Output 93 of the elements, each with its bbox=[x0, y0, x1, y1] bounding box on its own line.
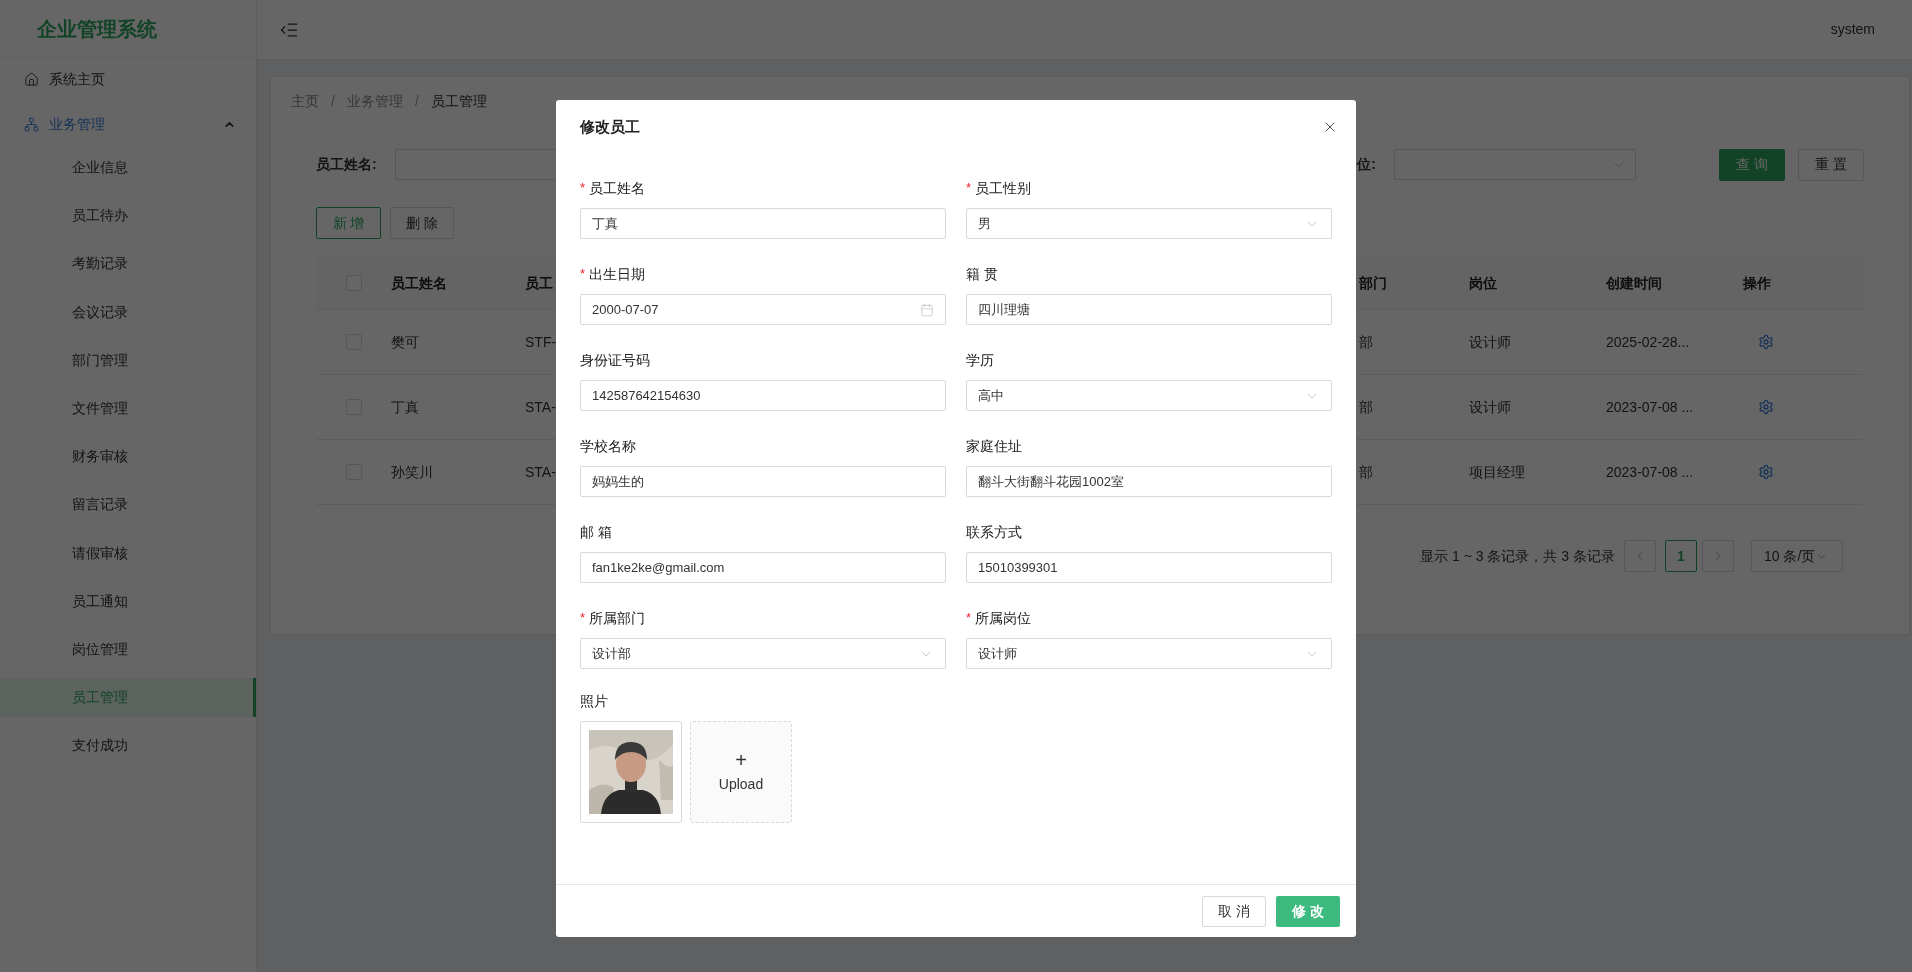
field-label: 联系方式 bbox=[966, 522, 1022, 542]
table-cell: 樊可 bbox=[391, 334, 419, 350]
field-label: 家庭住址 bbox=[966, 436, 1022, 456]
input-field[interactable]: 丁真 bbox=[580, 208, 946, 239]
upload-button[interactable]: + Upload bbox=[690, 721, 792, 823]
add-button[interactable]: 新 增 bbox=[316, 207, 381, 239]
field-label: 籍 贯 bbox=[966, 264, 998, 284]
settings-icon[interactable] bbox=[1758, 334, 1774, 350]
field-label: 邮 箱 bbox=[580, 522, 612, 542]
cancel-button[interactable]: 取 消 bbox=[1202, 895, 1266, 927]
table-cell: 设计师 bbox=[1469, 334, 1511, 350]
column-header: 岗位 bbox=[1469, 275, 1497, 291]
table-cell: STA- bbox=[525, 464, 556, 480]
select-field[interactable]: 设计部 bbox=[580, 638, 946, 669]
sidebar-item[interactable]: 会议记录 bbox=[0, 292, 256, 332]
input-field[interactable]: 翻斗大街翻斗花园1002室 bbox=[966, 466, 1332, 497]
prev-page-button[interactable] bbox=[1624, 540, 1656, 572]
table-cell: 丁真 bbox=[391, 399, 419, 415]
delete-button[interactable]: 删 除 bbox=[390, 207, 454, 239]
sidebar-item[interactable]: 财务审核 bbox=[0, 437, 256, 477]
sidebar-item[interactable]: 岗位管理 bbox=[0, 629, 256, 669]
sidebar-item[interactable]: 系统主页 bbox=[0, 58, 256, 100]
select-field[interactable]: 设计师 bbox=[966, 638, 1332, 669]
table-cell: 设计师 bbox=[1469, 399, 1511, 415]
org-icon bbox=[24, 116, 39, 132]
table-cell: 部 bbox=[1359, 399, 1373, 415]
sidebar-item[interactable]: 部门管理 bbox=[0, 340, 256, 380]
required-mark: * bbox=[966, 179, 972, 198]
select-field[interactable]: 男 bbox=[966, 208, 1332, 239]
table-cell: 孙笑川 bbox=[391, 464, 433, 480]
date-field[interactable]: 2000-07-07 bbox=[580, 294, 946, 325]
breadcrumb-separator: / bbox=[331, 91, 335, 111]
home-icon bbox=[24, 71, 39, 87]
input-field[interactable]: 15010399301 bbox=[966, 552, 1332, 583]
page-size-select[interactable]: 10 条/页 bbox=[1751, 540, 1843, 572]
table-cell: 2023-07-08 ... bbox=[1606, 464, 1694, 480]
pagination-summary: 显示 1 ~ 3 条记录，共 3 条记录 bbox=[1420, 546, 1615, 566]
next-page-button[interactable] bbox=[1702, 540, 1734, 572]
dialog-title: 修改员工 bbox=[580, 116, 640, 137]
sidebar-item[interactable]: 员工通知 bbox=[0, 581, 256, 621]
app-title: 企业管理系统 bbox=[37, 16, 157, 42]
sidebar-item[interactable]: 请假审核 bbox=[0, 533, 256, 573]
page-button[interactable]: 1 bbox=[1665, 540, 1697, 572]
breadcrumb-item: 员工管理 bbox=[430, 91, 487, 111]
required-mark: * bbox=[580, 265, 586, 284]
field-label: 出生日期 bbox=[589, 264, 646, 284]
column-header: 员工 bbox=[525, 275, 553, 291]
input-field[interactable]: 142587642154630 bbox=[580, 380, 946, 411]
calendar-icon bbox=[920, 302, 934, 317]
table-cell: 项目经理 bbox=[1469, 464, 1525, 480]
field-label: 所属岗位 bbox=[975, 608, 1032, 628]
submit-button[interactable]: 修 改 bbox=[1276, 895, 1340, 927]
sidebar-group[interactable]: 业务管理 bbox=[0, 100, 256, 148]
user-name[interactable]: system bbox=[1830, 19, 1875, 40]
settings-icon[interactable] bbox=[1758, 464, 1774, 480]
sidebar-item[interactable]: 员工待办 bbox=[0, 196, 256, 236]
required-mark: * bbox=[580, 609, 586, 628]
sidebar-item[interactable]: 留言记录 bbox=[0, 485, 256, 525]
sidebar-item[interactable]: 支付成功 bbox=[0, 726, 256, 766]
photo-thumbnail[interactable] bbox=[580, 721, 682, 823]
breadcrumb-separator: / bbox=[414, 91, 419, 111]
required-mark: * bbox=[580, 179, 586, 198]
field-label: 所属部门 bbox=[589, 608, 646, 628]
input-field[interactable]: 四川理塘 bbox=[966, 294, 1332, 325]
column-header: 部门 bbox=[1359, 275, 1387, 291]
sidebar-item[interactable]: 员工管理 bbox=[0, 678, 256, 718]
field-label: 学历 bbox=[966, 350, 994, 370]
table-cell: 部 bbox=[1359, 334, 1373, 350]
filter-label: 员工姓名: bbox=[316, 155, 378, 174]
table-cell: 部 bbox=[1359, 464, 1373, 480]
table-cell: 2023-07-08 ... bbox=[1606, 399, 1694, 415]
input-field[interactable]: fan1ke2ke@gmail.com bbox=[580, 552, 946, 583]
sidebar-item[interactable]: 企业信息 bbox=[0, 148, 256, 187]
column-header: 操作 bbox=[1743, 275, 1771, 291]
field-label: 员工姓名 bbox=[589, 178, 646, 198]
table-cell: STA- bbox=[525, 399, 556, 415]
field-label: 学校名称 bbox=[580, 436, 636, 456]
query-button[interactable]: 查 询 bbox=[1719, 148, 1785, 181]
sidebar-item[interactable]: 考勤记录 bbox=[0, 244, 256, 284]
table-cell: 2025-02-28... bbox=[1606, 334, 1690, 350]
sidebar-item[interactable]: 文件管理 bbox=[0, 388, 256, 428]
reset-button[interactable]: 重 置 bbox=[1798, 148, 1864, 181]
select-field[interactable]: 高中 bbox=[966, 380, 1332, 411]
field-label: 照片 bbox=[580, 692, 609, 711]
field-label: 身份证号码 bbox=[580, 350, 650, 370]
column-header: 创建时间 bbox=[1606, 275, 1662, 291]
field-label: 员工性别 bbox=[975, 178, 1032, 198]
input-field[interactable]: 妈妈生的 bbox=[580, 466, 946, 497]
required-mark: * bbox=[966, 609, 972, 628]
filter-label: 位: bbox=[1357, 155, 1376, 174]
settings-icon[interactable] bbox=[1758, 399, 1774, 415]
column-header: 员工姓名 bbox=[391, 275, 447, 291]
table-cell: STF- bbox=[525, 334, 557, 350]
